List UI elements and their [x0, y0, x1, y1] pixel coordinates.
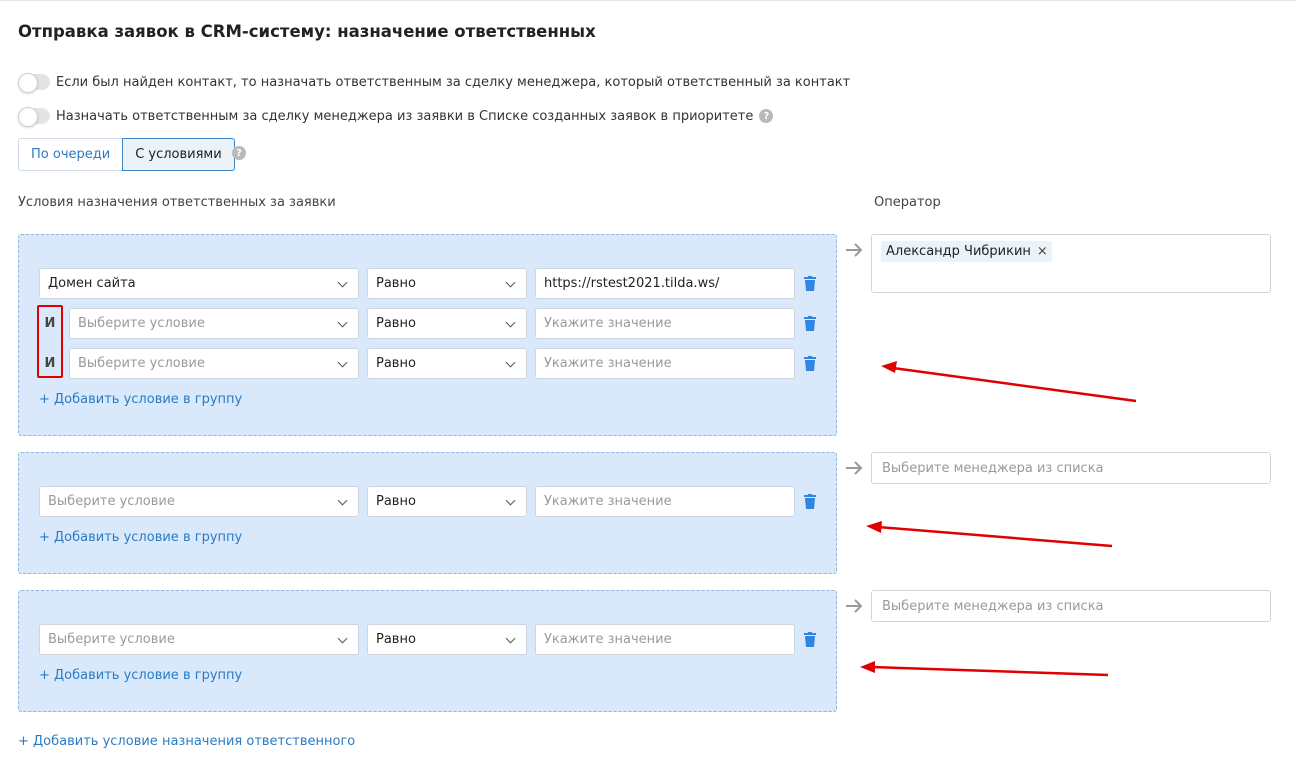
annotation-arrow [866, 521, 1113, 548]
annotation-arrow [860, 661, 1109, 677]
annotation-arrow [881, 361, 1137, 403]
annotation-arrows [860, 361, 1137, 677]
